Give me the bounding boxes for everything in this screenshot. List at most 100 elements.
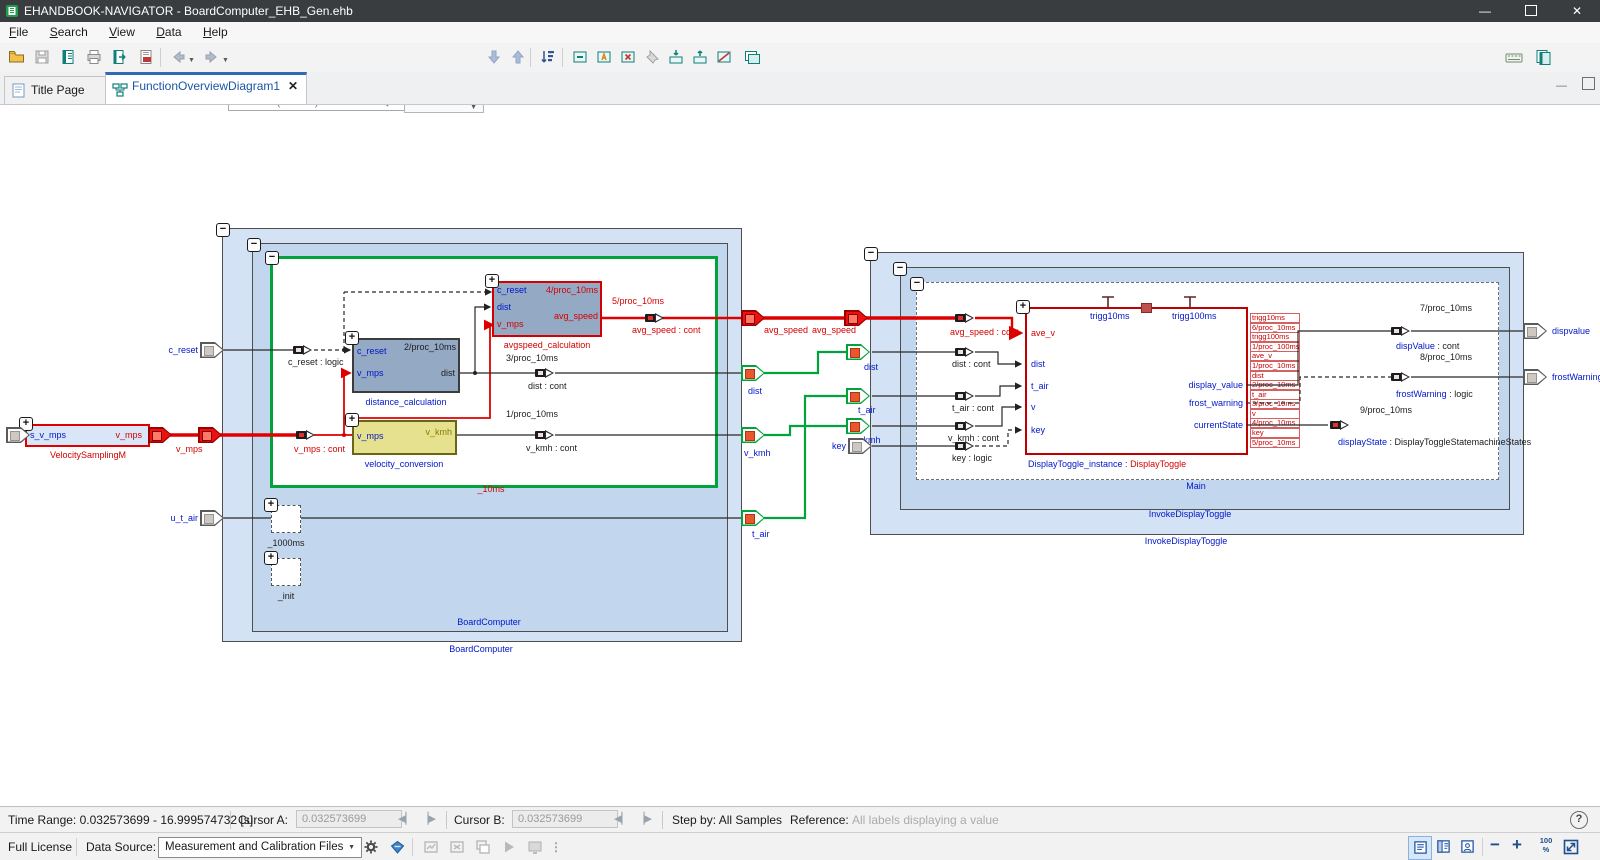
navigate-forward-icon[interactable] [200, 46, 224, 69]
print-icon[interactable] [82, 46, 106, 69]
hide-labels-icon[interactable] [616, 46, 640, 69]
connector-avg-speed-in[interactable] [955, 313, 974, 323]
find-next-icon[interactable] [482, 46, 506, 69]
diagram-canvas[interactable]: − − − − − − + + + + + + + s_v_mps v_mps … [0, 104, 1600, 806]
collapse-invoke-outer-icon[interactable]: − [864, 247, 878, 261]
menu-file[interactable]: File [0, 22, 37, 42]
view-presenter-button[interactable] [1456, 836, 1478, 858]
connector-displaystate[interactable] [1330, 420, 1349, 430]
port-v-mps-mid[interactable] [198, 427, 222, 443]
port-s-v-mps[interactable] [6, 427, 30, 443]
expand-avgspeed-icon[interactable]: + [485, 274, 499, 288]
port-t-air-left[interactable] [741, 510, 765, 526]
more-tools-icon[interactable]: ⋮ [550, 840, 562, 854]
port-v-mps-out[interactable] [148, 427, 172, 443]
port-dist-right[interactable] [846, 344, 870, 360]
connector-dist-in[interactable] [955, 347, 974, 357]
forward-history-caret-icon[interactable]: ▼ [222, 57, 229, 64]
zoom-in-icon[interactable]: + [1512, 835, 1522, 855]
expand-1000ms-icon[interactable]: + [264, 498, 278, 512]
measure-config-icon[interactable] [446, 836, 468, 858]
menu-help[interactable]: Help [194, 22, 237, 42]
menu-search[interactable]: Search [41, 22, 97, 42]
navigate-back-icon[interactable] [166, 46, 190, 69]
cursor-a-step-back-icon[interactable]: ◀▏ [398, 812, 414, 825]
help-icon[interactable]: ? [1570, 811, 1588, 829]
collapse-main-icon[interactable]: − [910, 277, 924, 291]
collapse-invoke-inner-icon[interactable]: − [893, 262, 907, 276]
show-labels-icon[interactable] [592, 46, 616, 69]
menu-data[interactable]: Data [147, 22, 190, 42]
handbook-stack-icon[interactable] [1532, 46, 1556, 69]
back-history-caret-icon[interactable]: ▼ [188, 57, 195, 64]
overlay-windows-icon[interactable] [472, 836, 494, 858]
connector-v-mps[interactable] [296, 430, 315, 440]
port-v-kmh-left[interactable] [741, 427, 765, 443]
collapse-board-outer-icon[interactable]: − [216, 223, 230, 237]
cursor-b-input[interactable] [512, 810, 618, 828]
zoom-out-icon[interactable]: − [1490, 835, 1500, 855]
export-handbook-icon[interactable] [108, 46, 132, 69]
connector-t-air-in[interactable] [955, 391, 974, 401]
view-document-button[interactable] [1408, 836, 1432, 860]
connector-avg-speed[interactable] [645, 313, 664, 323]
connector-dist[interactable] [535, 368, 554, 378]
measure-view-icon[interactable] [420, 836, 442, 858]
tab-function-overview-diagram[interactable]: FunctionOverviewDiagram1 ✕ [105, 72, 307, 105]
save-icon[interactable] [30, 46, 54, 69]
ehandbook-icon[interactable] [386, 836, 408, 858]
cursor-b-step-forward-icon[interactable]: ▕▶ [636, 812, 652, 825]
cursor-a-input[interactable] [296, 810, 402, 828]
connector-dispvalue[interactable] [1391, 326, 1410, 336]
port-avg-speed-right[interactable] [844, 310, 868, 326]
step-into-icon[interactable] [664, 46, 688, 69]
window-close-button[interactable]: ✕ [1554, 0, 1600, 22]
port-v-kmh-right[interactable] [846, 418, 870, 434]
clear-values-icon[interactable] [712, 46, 736, 69]
start-measurement-icon[interactable] [498, 836, 520, 858]
connector-c-reset[interactable] [293, 345, 312, 355]
port-key[interactable] [848, 438, 872, 454]
collapse-diagram-icon[interactable] [568, 46, 592, 69]
tab-close-icon[interactable]: ✕ [288, 79, 298, 93]
connector-frostwarning[interactable] [1391, 372, 1410, 382]
open-table-view-icon[interactable] [740, 46, 764, 69]
open-file-icon[interactable] [4, 46, 28, 69]
port-t-air-right[interactable] [846, 388, 870, 404]
cursor-a-step-forward-icon[interactable]: ▕▶ [420, 812, 436, 825]
collapse-10ms-icon[interactable]: − [265, 251, 279, 265]
connector-v-kmh-in[interactable] [955, 421, 974, 431]
panel-maximize-icon[interactable] [1582, 77, 1595, 93]
expand-velocity-conversion-icon[interactable]: + [345, 413, 359, 427]
connector-key-in[interactable] [955, 441, 974, 451]
view-split-button[interactable] [1432, 836, 1454, 858]
zoom-100-percent-icon[interactable]: 100 % [1536, 836, 1556, 854]
find-previous-icon[interactable] [506, 46, 530, 69]
data-source-dropdown[interactable]: Measurement and Calibration Files ▼ [158, 837, 362, 858]
export-pdf-icon[interactable] [134, 46, 158, 69]
expand-display-toggle-icon[interactable]: + [1016, 300, 1030, 314]
connector-v-kmh[interactable] [535, 430, 554, 440]
open-handbook-icon[interactable] [56, 46, 80, 69]
tab-title-page[interactable]: Title Page [4, 76, 106, 105]
window-minimize-button[interactable]: — [1462, 0, 1508, 22]
port-frostwarning[interactable] [1523, 369, 1547, 385]
display-window-icon[interactable] [524, 836, 546, 858]
port-dispvalue[interactable] [1523, 323, 1547, 339]
sort-structure-icon[interactable] [536, 46, 560, 69]
settings-gear-icon[interactable] [360, 836, 382, 858]
keyboard-shortcuts-icon[interactable] [1502, 46, 1526, 69]
pin-values-icon[interactable] [640, 46, 664, 69]
collapse-board-inner-icon[interactable]: − [247, 238, 261, 252]
port-avg-speed-left[interactable] [741, 310, 765, 326]
fit-to-screen-icon[interactable] [1560, 836, 1582, 858]
port-u-t-air[interactable] [200, 510, 224, 526]
port-c-reset[interactable] [200, 342, 224, 358]
cursor-b-step-back-icon[interactable]: ◀▏ [614, 812, 630, 825]
expand-distance-icon[interactable]: + [345, 331, 359, 345]
panel-minimize-icon[interactable]: — [1556, 80, 1567, 92]
port-dist-left[interactable] [741, 365, 765, 381]
step-out-icon[interactable] [688, 46, 712, 69]
menu-view[interactable]: View [100, 22, 144, 42]
expand-init-icon[interactable]: + [264, 551, 278, 565]
